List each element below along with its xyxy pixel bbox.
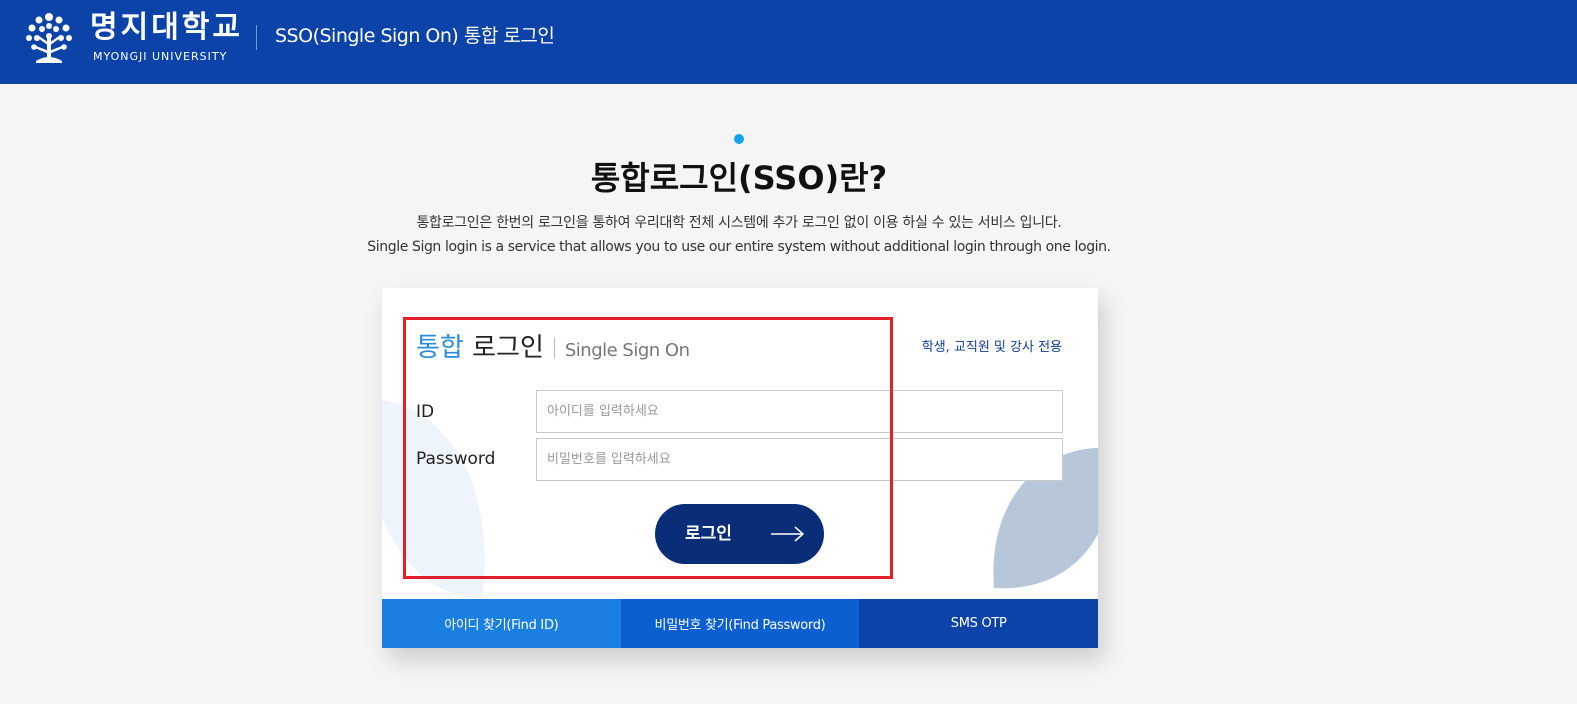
university-emblem-icon[interactable] xyxy=(22,8,76,64)
password-label: Password xyxy=(416,449,496,469)
arrow-right-icon xyxy=(771,526,805,542)
background-leaf-left xyxy=(382,399,485,598)
logo-korean-name: 명지대학교 xyxy=(90,10,243,45)
card-title-accent: 통합 xyxy=(416,333,464,363)
sms-otp-tab[interactable]: SMS OTP xyxy=(859,599,1098,648)
site-header: 명지대학교 MYONGJI UNIVERSITY SSO(Single Sign… xyxy=(0,0,1577,84)
login-button[interactable]: 로그인 xyxy=(655,504,824,564)
find-id-tab[interactable]: 아이디 찾기(Find ID) xyxy=(382,599,621,648)
header-title: SSO(Single Sign On) 통합 로그인 xyxy=(275,25,555,47)
find-password-tab[interactable]: 비밀번호 찾기(Find Password) xyxy=(620,599,860,648)
id-label: ID xyxy=(416,402,435,422)
header-divider xyxy=(256,25,257,50)
card-title-separator xyxy=(553,338,555,358)
card-title: 통합 로그인 Single Sign On xyxy=(416,332,690,367)
logo-english-name: MYONGJI UNIVERSITY xyxy=(93,50,228,63)
login-button-label: 로그인 xyxy=(685,524,732,543)
login-card: 통합 로그인 Single Sign On 학생, 교직원 및 강사 전용 ID … xyxy=(382,288,1098,648)
intro-title: 통합로그인(SSO)란? xyxy=(590,159,888,197)
section-dot-icon xyxy=(734,134,744,144)
card-title-subtitle: Single Sign On xyxy=(564,340,690,361)
intro-description-korean: 통합로그인은 한번의 로그인을 통하여 우리대학 전체 시스템에 추가 로그인 … xyxy=(416,215,1062,231)
id-input[interactable] xyxy=(536,390,1063,433)
user-scope-notice: 학생, 교직원 및 강사 전용 xyxy=(921,340,1062,355)
card-title-main: 로그인 xyxy=(472,333,544,363)
intro-description-english: Single Sign login is a service that allo… xyxy=(367,239,1111,255)
account-help-tabs: 아이디 찾기(Find ID) 비밀번호 찾기(Find Password) S… xyxy=(382,599,1098,648)
password-input[interactable] xyxy=(536,438,1063,481)
